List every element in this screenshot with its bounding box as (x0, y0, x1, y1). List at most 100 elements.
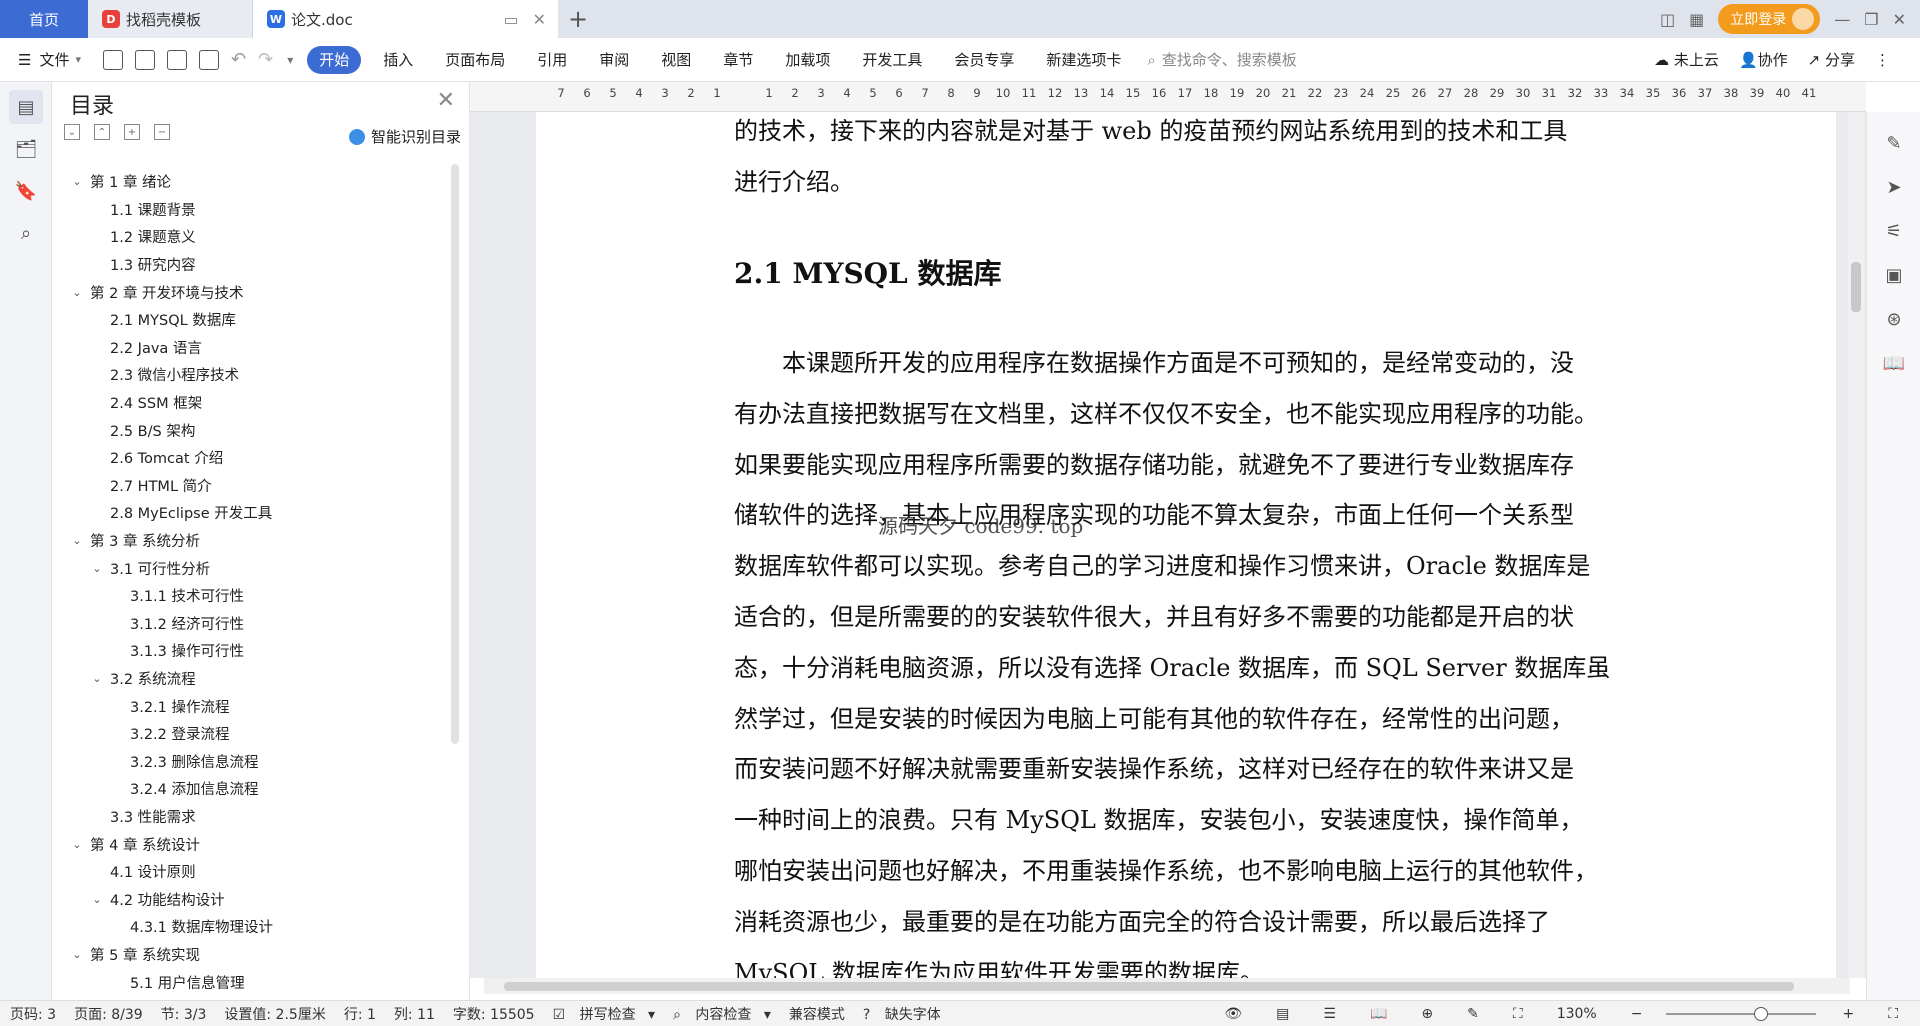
fit-page-icon[interactable]: ⛶ (1513, 1006, 1523, 1022)
command-search[interactable]: ⌕ 查找命令、搜索模板 (1147, 49, 1296, 70)
toc-item[interactable]: 3.1.2 经济可行性 (52, 610, 442, 638)
add-heading-icon[interactable]: + (124, 124, 140, 140)
toc-item[interactable]: 2.4 SSM 框架 (52, 389, 442, 417)
toc-item[interactable]: ⌄ 4.2 功能结构设计 (52, 885, 442, 913)
fullscreen-icon[interactable]: ⛶ (1888, 1006, 1898, 1022)
close-window-icon[interactable]: ✕ (1893, 10, 1906, 29)
horizontal-scrollbar[interactable] (484, 978, 1850, 994)
toc-item[interactable]: ⌄ 第 2 章 开发环境与技术 (52, 278, 442, 306)
document-page[interactable]: 的技术，接下来的内容就是对基于 web 的疫苗预约网站系统用到的技术和工具 进行… (536, 112, 1836, 978)
share-button[interactable]: ↗ 分享 (1808, 49, 1855, 70)
toc-item[interactable]: 3.2.2 登录流程 (52, 720, 442, 748)
toc-item[interactable]: 2.2 Java 语言 (52, 334, 442, 362)
toc-item[interactable]: 1.1 课题背景 (52, 196, 442, 224)
select-cursor-icon[interactable]: ➤ (1881, 174, 1907, 200)
zoom-in-icon[interactable]: + (1842, 1006, 1854, 1022)
vertical-scrollbar[interactable] (1848, 112, 1864, 978)
layout-icon[interactable]: ◫ (1660, 10, 1675, 29)
adjust-icon[interactable]: ⚟ (1881, 218, 1907, 244)
toc-item[interactable]: 4.1 设计原则 (52, 858, 442, 886)
toc-item[interactable]: 2.3 微信小程序技术 (52, 361, 442, 389)
chevron-down-icon[interactable]: ⌄ (70, 948, 84, 961)
toc-item[interactable]: 4.3.1 数据库物理设计 (52, 913, 442, 941)
save-icon[interactable] (103, 49, 123, 70)
toc-item[interactable]: 2.1 MYSQL 数据库 (52, 306, 442, 334)
status-page[interactable]: 页面: 8/39 (74, 1004, 143, 1024)
page-view-icon[interactable]: ▤ (1276, 1006, 1289, 1022)
zoom-slider[interactable] (1666, 1006, 1817, 1021)
chevron-down-icon[interactable]: ⌄ (70, 286, 84, 299)
toc-item[interactable]: 2.7 HTML 简介 (52, 472, 442, 500)
tab-close-icon[interactable]: ✕ (533, 10, 546, 29)
content-check-button[interactable]: ⌕ 内容检查 ▾ (673, 1004, 771, 1024)
expand-all-icon[interactable]: ⌄ (64, 124, 80, 140)
redo-icon[interactable]: ↷ (258, 49, 273, 70)
menu-item-insert[interactable]: 插入 (367, 38, 429, 82)
menu-item-layout[interactable]: 页面布局 (429, 38, 521, 82)
menu-item-developer[interactable]: 开发工具 (846, 38, 938, 82)
apps-grid-icon[interactable]: ▦ (1689, 10, 1704, 29)
book-icon[interactable]: 📖 (1881, 350, 1907, 376)
tab-document[interactable]: W 论文.doc ▭ ✕ (253, 0, 558, 38)
menu-item-member[interactable]: 会员专享 (938, 38, 1030, 82)
new-tab-button[interactable]: + (558, 0, 598, 38)
minimize-icon[interactable]: — (1834, 10, 1850, 29)
bookmark-icon[interactable]: 🔖 (9, 174, 43, 208)
cloud-status[interactable]: ☁ 未上云 (1654, 49, 1719, 70)
toc-item[interactable]: 1.2 课题意义 (52, 223, 442, 251)
print-icon[interactable] (167, 49, 187, 70)
outline-view-icon[interactable]: ☰ (1323, 1006, 1336, 1022)
more-menu-icon[interactable]: ⋮ (1875, 51, 1890, 69)
tab-restore-icon[interactable]: ▭ (503, 10, 518, 29)
zoom-out-icon[interactable]: − (1631, 1006, 1643, 1022)
maximize-icon[interactable]: ❐ (1864, 10, 1878, 29)
smart-toc-button[interactable]: 智能识别目录 (348, 126, 461, 147)
toc-close-icon[interactable]: ✕ (437, 88, 455, 113)
menu-item-section[interactable]: 章节 (707, 38, 769, 82)
export-icon[interactable] (135, 49, 155, 70)
zoom-level[interactable]: 130% (1557, 1006, 1597, 1022)
eye-protect-icon[interactable]: 👁 (1224, 1006, 1242, 1022)
spell-check-button[interactable]: ☑ 拼写检查 ▾ (553, 1004, 656, 1024)
chevron-down-icon[interactable]: ⌄ (90, 672, 104, 685)
toc-item[interactable]: ⌄ 第 5 章 系统实现 (52, 941, 442, 969)
toc-item[interactable]: 3.1.3 操作可行性 (52, 637, 442, 665)
toc-item[interactable]: 3.2.4 添加信息流程 (52, 775, 442, 803)
chevron-down-icon[interactable]: ⌄ (90, 562, 104, 575)
print-preview-icon[interactable] (199, 49, 219, 70)
menu-item-view[interactable]: 视图 (645, 38, 707, 82)
compass-icon[interactable]: ⊛ (1881, 306, 1907, 332)
toc-item[interactable]: ⌄ 3.1 可行性分析 (52, 554, 442, 582)
chevron-down-icon[interactable]: ⌄ (70, 838, 84, 851)
pen-icon[interactable]: ✎ (1881, 130, 1907, 156)
horizontal-ruler[interactable]: 7 6 5 4 3 2 1 1 2 3 4 5 6 7 8 9 10 11 12 13 14 15 16 17 18 19 20 21… (470, 82, 1866, 112)
chevron-down-icon[interactable]: ⌄ (90, 893, 104, 906)
menu-item-review[interactable]: 审阅 (583, 38, 645, 82)
collapse-all-icon[interactable]: ⌃ (94, 124, 110, 140)
menu-item-addins[interactable]: 加载项 (769, 38, 846, 82)
hscroll-thumb[interactable] (504, 982, 1794, 991)
toc-item[interactable]: ⌄ 第 3 章 系统分析 (52, 527, 442, 555)
chevron-down-icon[interactable]: ⌄ (70, 534, 84, 547)
menu-item-references[interactable]: 引用 (521, 38, 583, 82)
toc-item[interactable]: 3.1.1 技术可行性 (52, 582, 442, 610)
toc-item[interactable]: 3.2.1 操作流程 (52, 692, 442, 720)
find-icon[interactable]: ⌕ (9, 216, 43, 250)
menu-item-start[interactable]: 开始 (307, 45, 362, 74)
web-view-icon[interactable]: ⊕ (1421, 1006, 1433, 1022)
remove-heading-icon[interactable]: − (154, 124, 170, 140)
login-button[interactable]: 立即登录 (1718, 4, 1821, 34)
collab-button[interactable]: 👤协作 (1739, 49, 1788, 70)
chevron-down-icon[interactable]: ⌄ (70, 175, 84, 188)
toc-item[interactable]: ⌄ 3.2 系统流程 (52, 665, 442, 693)
toc-item[interactable]: 3.3 性能需求 (52, 803, 442, 831)
zoom-slider-knob[interactable] (1754, 1006, 1769, 1021)
toc-item[interactable]: ⌄ 第 4 章 系统设计 (52, 830, 442, 858)
toc-item[interactable]: 2.5 B/S 架构 (52, 416, 442, 444)
toc-item[interactable]: 2.8 MyEclipse 开发工具 (52, 499, 442, 527)
write-view-icon[interactable]: ✎ (1467, 1006, 1479, 1022)
tab-home[interactable]: 首页 (0, 0, 88, 38)
image-edit-icon[interactable]: ▣ (1881, 262, 1907, 288)
toc-item[interactable]: ⌄ 第 1 章 绪论 (52, 168, 442, 196)
tab-template[interactable]: D 找稻壳模板 (88, 0, 253, 38)
